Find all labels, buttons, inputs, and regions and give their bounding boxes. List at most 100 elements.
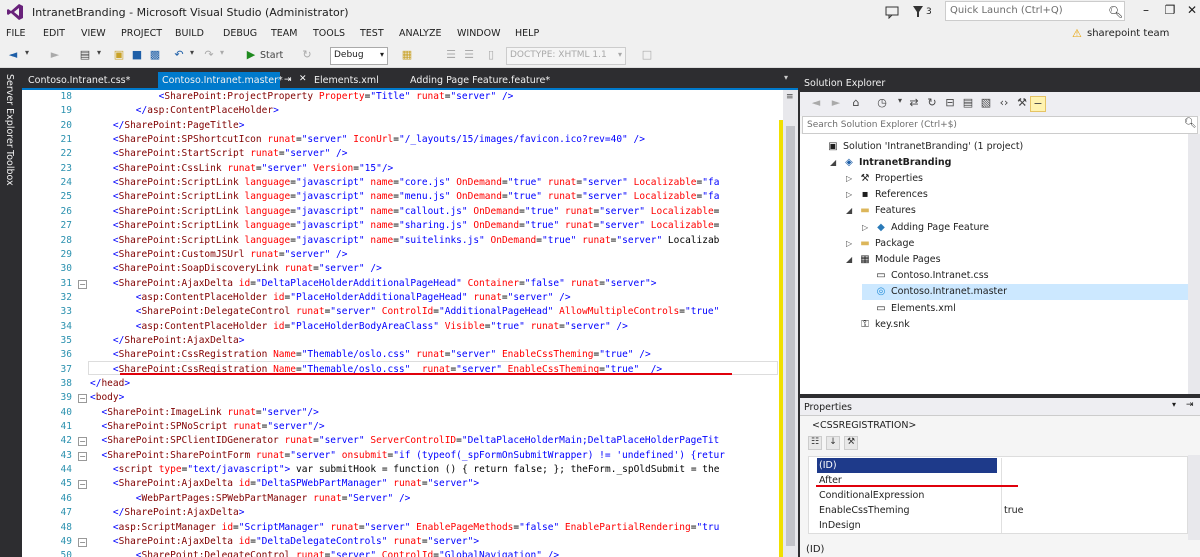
collapse-toggle-icon[interactable]: − <box>78 537 87 547</box>
tree-item[interactable]: ▷ ⚒ Properties <box>846 170 1200 186</box>
feedback-icon[interactable] <box>885 3 899 21</box>
code-line[interactable]: <asp:ScriptManager id="ScriptManager" ru… <box>90 522 719 533</box>
editor-scroll-thumb[interactable] <box>786 126 795 546</box>
properties-object-name[interactable]: <CSSREGISTRATION> <box>812 420 916 431</box>
tree-item[interactable]: ◢ ▦ Module Pages <box>846 251 1200 267</box>
collapse-toggle-icon[interactable]: − <box>78 437 87 447</box>
expand-arrow-icon[interactable]: ▷ <box>846 190 858 199</box>
save-icon[interactable]: ■ <box>130 48 144 64</box>
code-line[interactable]: <SharePoint:AjaxDelta id="DeltaPlaceHold… <box>90 278 657 289</box>
code-line[interactable]: </asp:ContentPlaceHolder> <box>90 105 279 116</box>
tree-item[interactable]: ▷ ▬ Package <box>846 235 1200 251</box>
code-line[interactable]: <asp:ContentPlaceHolder id="PlaceHolderA… <box>90 292 571 303</box>
code-line[interactable]: <SharePoint:DelegateControl runat="serve… <box>90 306 720 317</box>
dropdown-icon[interactable]: ▾ <box>22 48 32 64</box>
uncomment-icon[interactable]: ☰ <box>462 48 476 64</box>
tab-list-icon[interactable]: ▾ <box>784 73 788 82</box>
code-line[interactable]: </SharePoint:AjaxDelta> <box>90 335 245 346</box>
menu-view[interactable]: VIEW <box>81 28 106 39</box>
back-icon[interactable]: ◄ <box>6 48 20 64</box>
expand-arrow-icon[interactable]: ◢ <box>846 255 858 264</box>
collapse-toggle-icon[interactable]: − <box>78 480 87 490</box>
forward-icon[interactable]: ► <box>828 96 844 112</box>
code-line[interactable]: <asp:ContentPlaceHolder id="PlaceHolderB… <box>90 321 628 332</box>
tree-item[interactable]: ▭ Elements.xml <box>862 300 1200 316</box>
menu-team[interactable]: TEAM <box>271 28 298 39</box>
server-explorer-tab[interactable]: Server Explorer <box>4 74 15 148</box>
code-line[interactable]: <SharePoint:SPNoScript runat="server"/> <box>90 421 324 432</box>
tree-item[interactable]: ▣ Solution 'IntranetBranding' (1 project) <box>814 138 1200 154</box>
refresh-icon[interactable]: ↻ <box>300 48 314 64</box>
tree-item[interactable]: ◢ ◈ IntranetBranding <box>830 154 1200 170</box>
find-icon[interactable]: ▦ <box>400 48 414 64</box>
refresh-icon[interactable]: ▧ <box>978 96 994 112</box>
collapse-toggle-icon[interactable]: − <box>78 451 87 461</box>
close-button[interactable]: ✕ <box>1180 3 1200 21</box>
code-line[interactable]: <SharePoint:ScriptLink language="javascr… <box>90 206 720 217</box>
home-icon[interactable]: ⌂ <box>848 96 864 112</box>
open-folder-icon[interactable]: ▣ <box>112 48 126 64</box>
menu-edit[interactable]: EDIT <box>43 28 65 39</box>
start-icon[interactable]: ▶ <box>245 48 257 64</box>
code-line[interactable]: <SharePoint:StartScript runat="server" /… <box>90 148 348 159</box>
menu-tools[interactable]: TOOLS <box>313 28 345 39</box>
menu-file[interactable]: FILE <box>6 28 26 39</box>
code-line[interactable]: <SharePoint:SoapDiscoveryLink runat="ser… <box>90 263 382 274</box>
properties-scrollbar[interactable] <box>1188 455 1200 540</box>
property-value[interactable]: true <box>1001 503 1189 518</box>
properties-icon[interactable]: ⚒ <box>1014 96 1030 112</box>
code-area[interactable]: <SharePoint:ProjectProperty Property="Ti… <box>90 90 778 557</box>
split-icon[interactable]: ≡ <box>786 92 794 102</box>
collapse-toggle-icon[interactable]: − <box>78 279 87 289</box>
property-value[interactable] <box>1001 488 1189 503</box>
alphabetical-icon[interactable]: ↓ <box>826 436 840 450</box>
code-line[interactable]: <SharePoint:CssLink runat="server" Versi… <box>90 163 393 174</box>
property-value[interactable] <box>1001 518 1189 533</box>
validate-icon[interactable]: □ <box>640 48 654 64</box>
menu-debug[interactable]: DEBUG <box>223 28 257 39</box>
toolbox-tab[interactable]: Toolbox <box>4 150 15 186</box>
menu-analyze[interactable]: ANALYZE <box>399 28 441 39</box>
forward-icon[interactable]: ► <box>48 48 62 64</box>
code-line[interactable]: <SharePoint:ProjectProperty Property="Ti… <box>90 91 514 102</box>
menu-window[interactable]: WINDOW <box>457 28 501 39</box>
code-line[interactable]: <SharePoint:ImageLink runat="server"/> <box>90 407 318 418</box>
chevron-down-icon[interactable]: ▾ <box>1172 400 1176 409</box>
configuration-select[interactable]: Debug ▾ <box>330 47 388 65</box>
doctype-select[interactable]: DOCTYPE: XHTML 1.1 ▾ <box>506 47 626 65</box>
property-row[interactable]: InDesign <box>809 518 1189 533</box>
undo-icon[interactable]: ↶ <box>172 48 186 64</box>
preview-icon[interactable]: − <box>1030 96 1046 112</box>
comment-icon[interactable]: ☰ <box>444 48 458 64</box>
start-label[interactable]: Start <box>260 50 290 66</box>
bookmark-icon[interactable]: ▯ <box>484 48 498 64</box>
expand-arrow-icon[interactable]: ▷ <box>846 174 858 183</box>
code-line[interactable]: <SharePoint:SPClientIDGenerator runat="s… <box>90 435 719 446</box>
property-value[interactable] <box>1001 473 1189 488</box>
code-line[interactable]: <SharePoint:SharePointForm runat="server… <box>90 450 725 461</box>
categorized-icon[interactable]: ☷ <box>808 436 822 450</box>
code-line[interactable]: </head> <box>90 378 130 389</box>
expand-arrow-icon[interactable]: ◢ <box>830 158 842 167</box>
view-code-icon[interactable]: ‹› <box>996 96 1012 112</box>
code-line[interactable]: <SharePoint:CssRegistration Name="Themab… <box>90 349 651 360</box>
code-line[interactable]: <SharePoint:ScriptLink language="javascr… <box>90 177 720 188</box>
tab-elements-xml[interactable]: Elements.xml <box>310 72 410 90</box>
solution-explorer-search[interactable]: Search Solution Explorer (Ctrl+$) <box>802 116 1198 134</box>
property-row[interactable]: EnableCssTheming true <box>809 503 1189 518</box>
code-line[interactable]: <SharePoint:DelegateControl runat="serve… <box>90 550 559 557</box>
minimize-button[interactable]: – <box>1134 3 1158 21</box>
code-line[interactable]: <SharePoint:AjaxDelta id="DeltaSPWebPart… <box>90 478 479 489</box>
code-line[interactable]: <body> <box>90 392 124 403</box>
tree-item[interactable]: ▷ ◆ Adding Page Feature <box>862 219 1200 235</box>
user-name[interactable]: sharepoint team <box>1087 28 1169 39</box>
close-tab-icon[interactable]: ✕ <box>299 74 307 84</box>
menu-help[interactable]: HELP <box>515 28 539 39</box>
save-all-icon[interactable]: ▩ <box>148 48 162 64</box>
code-line[interactable]: <SharePoint:ScriptLink language="javascr… <box>90 220 720 231</box>
menu-test[interactable]: TEST <box>360 28 384 39</box>
menu-build[interactable]: BUILD <box>175 28 204 39</box>
property-value[interactable] <box>1001 458 1189 473</box>
code-line[interactable]: <script type="text/javascript"> var subm… <box>90 464 720 475</box>
collapse-toggle-icon[interactable]: − <box>78 394 87 404</box>
